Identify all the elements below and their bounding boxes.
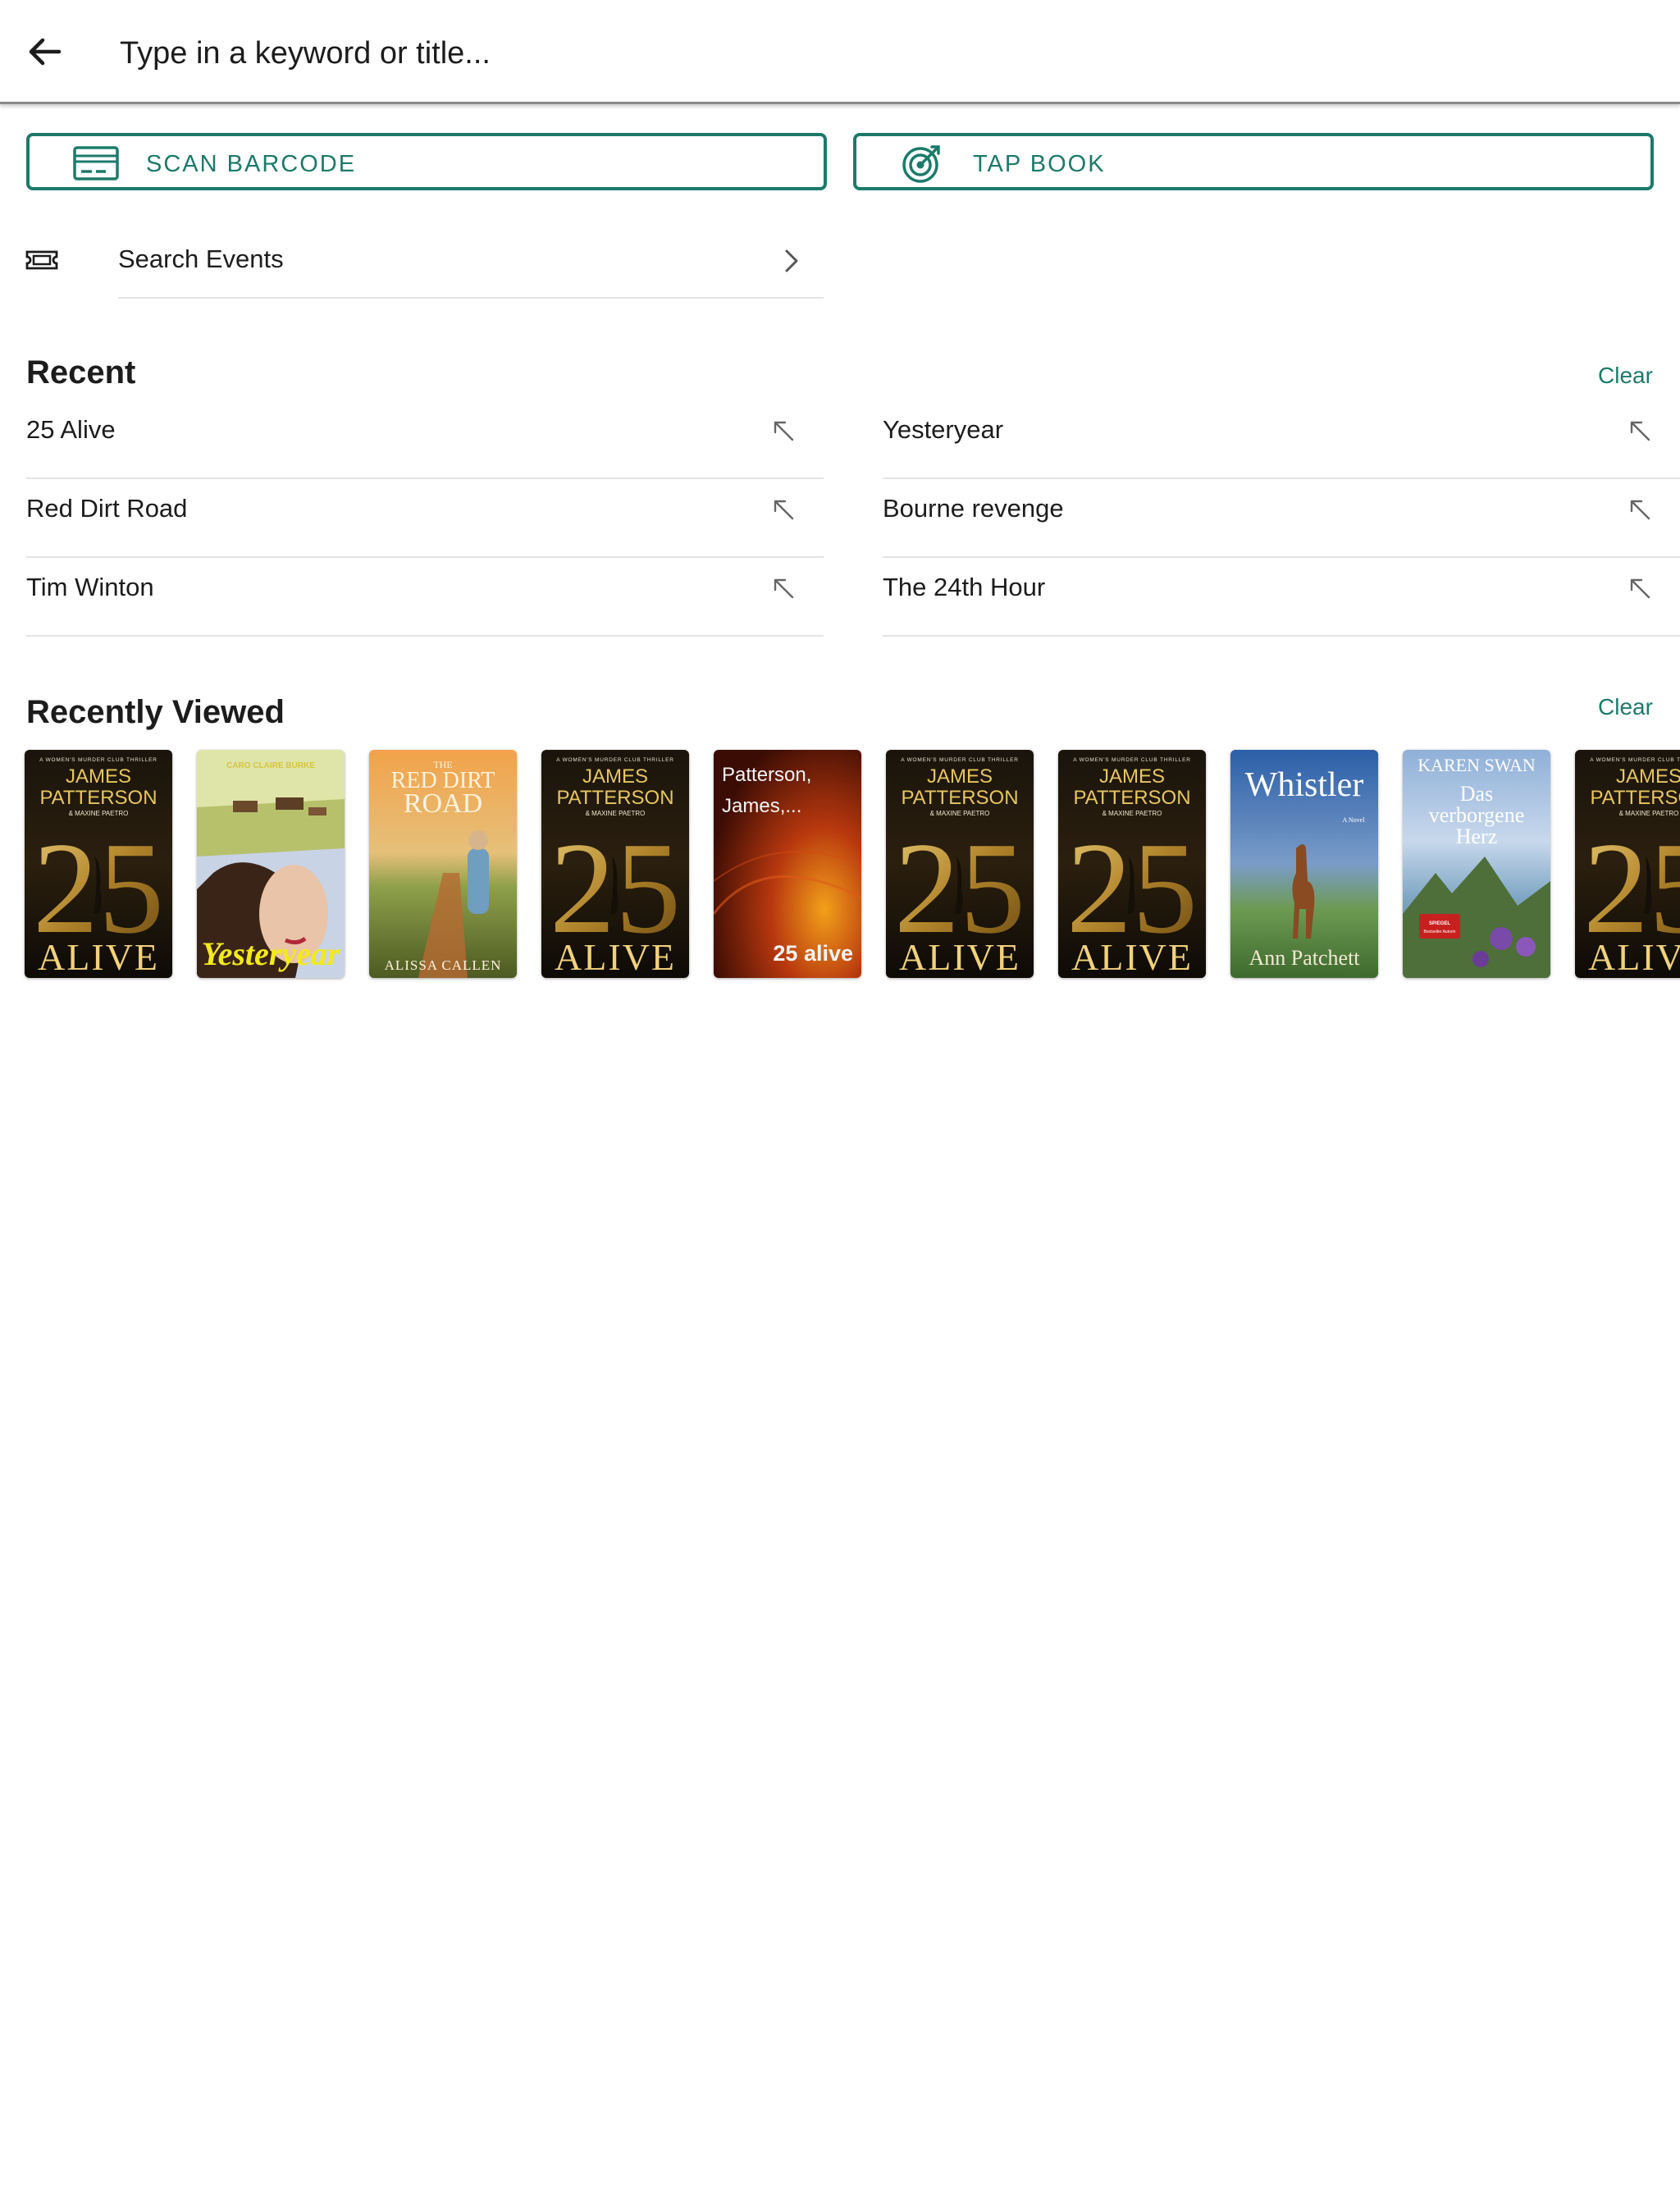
book-cover-image: A WOMEN'S MURDER CLUB THRILLER JAMES PAT…: [886, 750, 1034, 978]
svg-text:A WOMEN'S MURDER CLUB THRILLER: A WOMEN'S MURDER CLUB THRILLER: [556, 757, 674, 763]
divider: [118, 297, 824, 299]
search-events-row[interactable]: Search Events: [0, 230, 829, 299]
book-cover[interactable]: Patterson, James,... 25 alive: [714, 750, 861, 978]
recently-viewed-clear-link[interactable]: Clear: [1598, 694, 1653, 720]
arrow-up-left-icon[interactable]: [1626, 574, 1654, 602]
arrow-left-icon[interactable]: [25, 31, 66, 72]
book-cover[interactable]: A WOMEN'S MURDER CLUB THRILLER JAMES PAT…: [886, 750, 1034, 978]
book-cover-image: Whistler A Novel Ann Patchett: [1230, 750, 1378, 978]
arrow-up-left-icon[interactable]: [769, 496, 797, 523]
recent-search-text: Bourne revenge: [883, 494, 1064, 523]
svg-text:PATTERSON: PATTERSON: [1590, 787, 1680, 809]
scan-barcode-button[interactable]: SCAN BARCODE: [26, 133, 827, 190]
svg-text:ALIVE: ALIVE: [1588, 936, 1680, 978]
cover-title: 25 alive: [773, 941, 853, 966]
svg-text:PATTERSON: PATTERSON: [556, 787, 673, 809]
divider: [883, 635, 1680, 637]
recent-search-item[interactable]: Bourne revenge: [883, 479, 1680, 558]
svg-text:ALIVE: ALIVE: [899, 936, 1020, 978]
svg-text:Herz: Herz: [1456, 825, 1498, 848]
recent-search-text: Red Dirt Road: [26, 494, 188, 523]
book-cover-image: KAREN SWAN Das verborgene Herz SPIEGEL B…: [1403, 750, 1550, 978]
book-cover[interactable]: Whistler A Novel Ann Patchett: [1230, 750, 1378, 978]
svg-text:JAMES: JAMES: [1616, 765, 1680, 788]
svg-text:JAMES: JAMES: [1099, 765, 1165, 788]
book-cover[interactable]: A WOMEN'S MURDER CLUB THRILLER JAMES PAT…: [541, 750, 689, 978]
svg-text:verborgene: verborgene: [1429, 803, 1524, 827]
recent-search-item[interactable]: 25 Alive: [26, 400, 824, 479]
book-cover-image: A WOMEN'S MURDER CLUB THRILLER JAMES PAT…: [25, 750, 172, 978]
svg-text:KAREN SWAN: KAREN SWAN: [1418, 755, 1536, 775]
recent-search-text: The 24th Hour: [883, 573, 1046, 601]
svg-text:JAMES: JAMES: [582, 765, 648, 788]
book-cover[interactable]: A WOMEN'S MURDER CLUB THRILLER JAMES PAT…: [1058, 750, 1206, 978]
search-input[interactable]: [118, 26, 1639, 80]
svg-text:A WOMEN'S MURDER CLUB THRILLER: A WOMEN'S MURDER CLUB THRILLER: [1590, 757, 1680, 763]
book-cover[interactable]: KAREN SWAN Das verborgene Herz SPIEGEL B…: [1403, 750, 1550, 978]
svg-text:A WOMEN'S MURDER CLUB THRILLER: A WOMEN'S MURDER CLUB THRILLER: [39, 757, 158, 763]
book-cover-image: A WOMEN'S MURDER CLUB THRILLER JAMES PAT…: [1058, 750, 1206, 978]
target-tap-icon: [902, 145, 940, 183]
svg-text:Whistler: Whistler: [1245, 766, 1364, 804]
tap-book-button[interactable]: TAP BOOK: [853, 133, 1654, 190]
recent-search-text: 25 Alive: [26, 415, 116, 444]
recent-clear-link[interactable]: Clear: [1598, 363, 1653, 389]
svg-text:ALIVE: ALIVE: [555, 936, 676, 978]
recently-viewed-title: Recently Viewed: [26, 694, 285, 730]
svg-text:PATTERSON: PATTERSON: [901, 787, 1018, 809]
svg-text:Das: Das: [1460, 782, 1493, 806]
arrow-up-left-icon[interactable]: [769, 417, 797, 445]
arrow-up-left-icon[interactable]: [1626, 496, 1654, 523]
recent-search-item[interactable]: Red Dirt Road: [26, 479, 824, 558]
svg-text:SPIEGEL: SPIEGEL: [1429, 921, 1450, 926]
svg-text:ALIVE: ALIVE: [1071, 936, 1193, 978]
arrow-up-left-icon[interactable]: [769, 574, 797, 602]
recent-search-item[interactable]: Tim Winton: [26, 558, 824, 637]
recent-search-text: Yesteryear: [883, 415, 1004, 444]
tap-book-label: TAP BOOK: [973, 151, 1106, 177]
barcode-card-icon: [73, 146, 119, 180]
svg-text:Ann Patchett: Ann Patchett: [1249, 946, 1360, 970]
book-cover[interactable]: A WOMEN'S MURDER CLUB THRILLER JAMES PAT…: [25, 750, 172, 978]
book-cover-image: A WOMEN'S MURDER CLUB THRILLER JAMES PAT…: [541, 750, 689, 978]
recent-search-item[interactable]: The 24th Hour: [883, 558, 1680, 637]
svg-text:ALISSA CALLEN: ALISSA CALLEN: [385, 957, 502, 973]
ticket-icon: [25, 250, 58, 270]
svg-text:JAMES: JAMES: [927, 765, 993, 788]
svg-text:Bestseller Autorin: Bestseller Autorin: [1424, 930, 1456, 934]
svg-text:Yesteryear: Yesteryear: [202, 935, 340, 972]
svg-text:JAMES: JAMES: [66, 765, 131, 788]
book-cover-image: THE RED DIRT ROAD ALISSA CALLEN: [369, 750, 517, 978]
search-events-label: Search Events: [118, 244, 284, 273]
recent-search-text: Tim Winton: [26, 573, 154, 601]
book-cover-image: CARO CLAIRE BURKE Yesteryear: [197, 750, 345, 978]
recent-search-item[interactable]: Yesteryear: [883, 400, 1680, 479]
book-cover[interactable]: CARO CLAIRE BURKE Yesteryear: [197, 750, 345, 978]
arrow-up-left-icon[interactable]: [1626, 417, 1654, 445]
book-cover[interactable]: THE RED DIRT ROAD ALISSA CALLEN: [369, 750, 517, 978]
book-cover-image: A WOMEN'S MURDER CLUB THRILLER JAMES PAT…: [1575, 750, 1680, 978]
book-cover[interactable]: A WOMEN'S MURDER CLUB THRILLER JAMES PAT…: [1575, 750, 1680, 978]
chevron-right-icon: [785, 249, 798, 272]
svg-text:ALIVE: ALIVE: [38, 936, 159, 978]
search-bar: [0, 0, 1680, 104]
cover-author: Patterson, James,...: [722, 764, 812, 817]
svg-text:ROAD: ROAD: [404, 788, 482, 819]
svg-text:A WOMEN'S MURDER CLUB THRILLER: A WOMEN'S MURDER CLUB THRILLER: [901, 757, 1019, 763]
svg-text:A Novel: A Novel: [1343, 816, 1366, 824]
scan-barcode-label: SCAN BARCODE: [146, 151, 357, 177]
svg-text:A WOMEN'S MURDER CLUB THRILLER: A WOMEN'S MURDER CLUB THRILLER: [1073, 757, 1191, 763]
svg-text:PATTERSON: PATTERSON: [39, 787, 157, 809]
svg-text:PATTERSON: PATTERSON: [1073, 787, 1190, 809]
divider: [26, 635, 824, 637]
recent-title: Recent: [26, 354, 136, 391]
svg-text:CARO CLAIRE BURKE: CARO CLAIRE BURKE: [226, 761, 315, 770]
